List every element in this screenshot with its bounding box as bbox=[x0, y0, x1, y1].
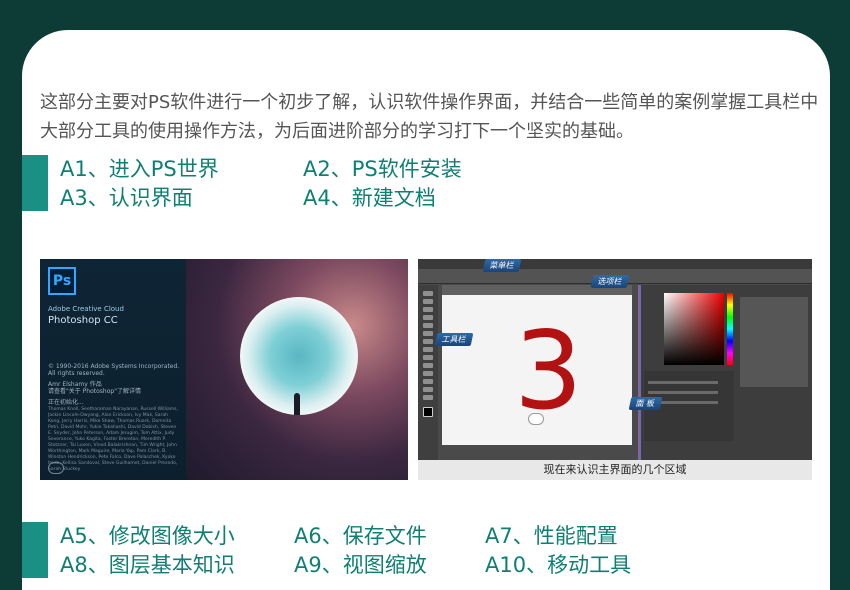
tool-icon bbox=[423, 371, 433, 376]
splash-artist-note: 请查看"关于 Photoshop"了解详情 bbox=[48, 388, 141, 395]
tool-icon bbox=[423, 395, 433, 400]
accent-bar bbox=[22, 522, 48, 578]
tool-icon bbox=[423, 355, 433, 360]
ps-canvas: 3 bbox=[442, 295, 632, 445]
lesson-a10[interactable]: A10、移动工具 bbox=[485, 551, 631, 579]
lesson-a9[interactable]: A9、视图缩放 bbox=[294, 551, 427, 579]
tool-icon bbox=[423, 363, 433, 368]
hue-slider bbox=[727, 293, 733, 365]
callout-options-bar: 选项栏 bbox=[590, 275, 630, 288]
ps-menubar bbox=[418, 259, 812, 269]
accent-bar bbox=[22, 155, 48, 211]
callout-menubar: 菜单栏 bbox=[482, 259, 522, 272]
section-intro: 这部分主要对PS软件进行一个初步了解，认识软件操作界面，并结合一些简单的案例掌握… bbox=[40, 92, 819, 142]
foreground-color-icon bbox=[423, 407, 433, 417]
splash-credits: Thomas Knoll, Seetharaman Narayanan, Rus… bbox=[48, 407, 178, 472]
screenshot-caption: 现在来认识主界面的几个区域 bbox=[418, 460, 812, 480]
tool-icon bbox=[423, 339, 433, 344]
splash-product: Photoshop CC bbox=[48, 315, 118, 326]
canvas-number: 3 bbox=[514, 309, 583, 434]
tool-icon bbox=[423, 299, 433, 304]
swatches-panel bbox=[740, 297, 808, 387]
content-card: 这部分主要对PS软件进行一个初步了解，认识软件操作界面，并结合一些简单的案例掌握… bbox=[22, 30, 830, 590]
ps-toolbar bbox=[418, 285, 438, 460]
lesson-a3[interactable]: A3、认识界面 bbox=[60, 184, 193, 212]
lesson-a7[interactable]: A7、性能配置 bbox=[485, 522, 618, 550]
splash-loading: 正在初始化... bbox=[48, 399, 84, 406]
splash-figure bbox=[294, 393, 300, 415]
sheep-icon bbox=[528, 413, 544, 425]
layer-row bbox=[648, 381, 718, 384]
tool-icon bbox=[423, 307, 433, 312]
splash-rights: All rights reserved. bbox=[48, 370, 105, 377]
tool-icon bbox=[423, 379, 433, 384]
tool-icon bbox=[423, 315, 433, 320]
color-picker-field bbox=[664, 293, 724, 365]
splash-brand: Adobe Creative Cloud bbox=[48, 305, 124, 313]
photoshop-logo-icon: Ps bbox=[48, 267, 76, 295]
lesson-a5[interactable]: A5、修改图像大小 bbox=[60, 522, 235, 550]
tool-icon bbox=[423, 323, 433, 328]
splash-artwork bbox=[186, 259, 408, 480]
lesson-a2[interactable]: A2、PS软件安装 bbox=[303, 155, 462, 183]
tool-icon bbox=[423, 291, 433, 296]
tool-icon bbox=[423, 347, 433, 352]
lesson-a6[interactable]: A6、保存文件 bbox=[294, 522, 427, 550]
tool-icon bbox=[423, 387, 433, 392]
layer-row bbox=[648, 391, 718, 394]
callout-panels: 面 板 bbox=[628, 397, 662, 410]
lesson-list-top: A1、进入PS世界 A2、PS软件安装 A3、认识界面 A4、新建文档 bbox=[22, 155, 722, 211]
callout-toolbar: 工具栏 bbox=[434, 333, 474, 346]
photoshop-interface-screenshot: 3 菜单栏 选项栏 工具栏 面 板 现在来认识主界面的几个区域 bbox=[418, 259, 812, 480]
lesson-a1[interactable]: A1、进入PS世界 bbox=[60, 155, 219, 183]
photoshop-splash-screenshot: Ps Adobe Creative Cloud Photoshop CC © 1… bbox=[40, 259, 408, 480]
lesson-a8[interactable]: A8、图层基本知识 bbox=[60, 551, 235, 579]
creative-cloud-icon bbox=[48, 462, 64, 474]
tool-icon bbox=[423, 331, 433, 336]
lesson-list-bottom: A5、修改图像大小 A6、保存文件 A7、性能配置 A8、图层基本知识 A9、视… bbox=[22, 522, 722, 578]
lesson-a4[interactable]: A4、新建文档 bbox=[303, 184, 436, 212]
